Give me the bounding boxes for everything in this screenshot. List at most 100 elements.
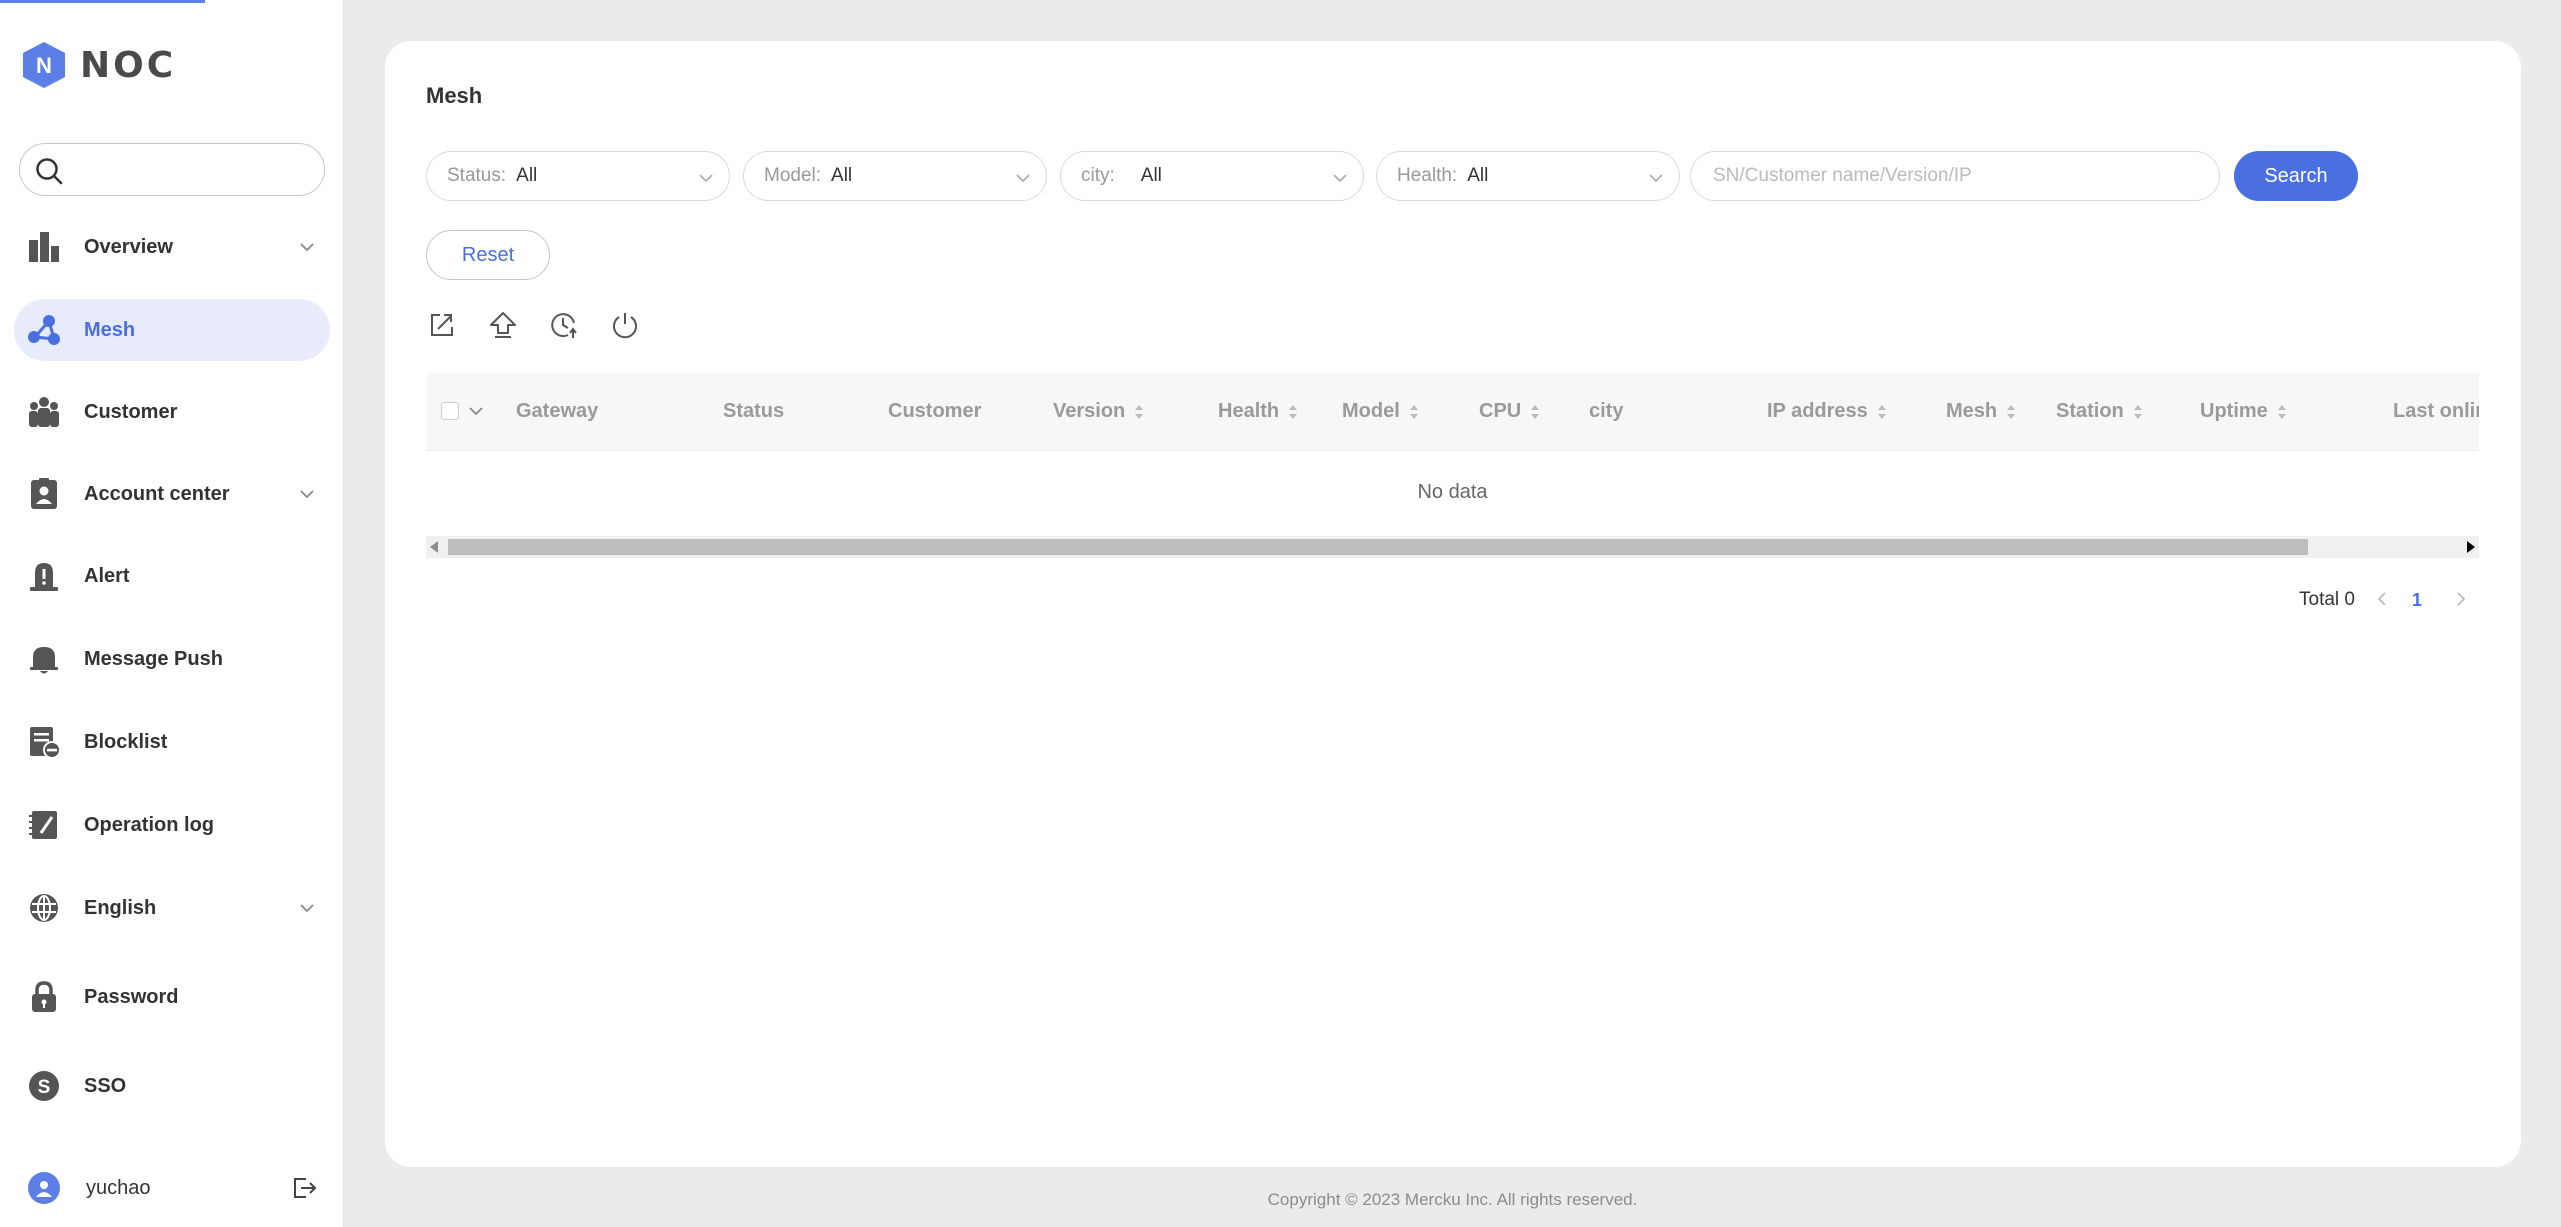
sidebar-item-language[interactable]: English — [14, 877, 330, 939]
logout-icon[interactable] — [290, 1174, 318, 1202]
brand[interactable]: N NOC — [20, 40, 176, 90]
sidebar-item-mesh[interactable]: Mesh — [14, 299, 330, 361]
sidebar-item-label: Password — [84, 985, 179, 1008]
alarm-light-icon — [26, 558, 62, 594]
mesh-nodes-icon — [26, 312, 62, 348]
city-filter-value: All — [1140, 165, 1162, 186]
people-icon — [26, 394, 62, 430]
sso-badge-icon: S — [26, 1068, 62, 1104]
sidebar-item-account-center[interactable]: Account center — [14, 463, 330, 525]
main-card: Mesh Status: All Model: All city: All He… — [385, 41, 2521, 1167]
horizontal-scrollbar[interactable] — [426, 536, 2479, 558]
chevron-down-icon — [300, 904, 314, 913]
schedule-icon[interactable] — [548, 309, 580, 341]
chevron-down-icon — [1016, 174, 1030, 183]
loading-progress-bar — [0, 0, 205, 3]
model-filter-value: All — [831, 165, 853, 186]
chevron-left-icon[interactable] — [2374, 591, 2390, 607]
globe-icon — [26, 890, 62, 926]
sort-icon[interactable] — [2005, 402, 2017, 422]
column-header-version[interactable]: Version — [1053, 400, 1145, 423]
pagination-current-page[interactable]: 1 — [2412, 590, 2422, 611]
chevron-down-icon — [1649, 174, 1663, 183]
sort-icon[interactable] — [1408, 402, 1420, 422]
scroll-left-icon[interactable] — [430, 541, 438, 553]
pagination-total: Total 0 — [2299, 589, 2355, 610]
svg-text:N: N — [36, 53, 52, 78]
column-header-last-online: Last onlin — [2393, 400, 2479, 422]
chevron-down-icon — [300, 490, 314, 499]
sort-icon[interactable] — [1529, 402, 1541, 422]
column-header-uptime[interactable]: Uptime — [2200, 400, 2288, 423]
column-header-model[interactable]: Model — [1342, 400, 1420, 423]
upgrade-icon[interactable] — [487, 309, 519, 341]
sidebar-item-customer[interactable]: Customer — [14, 381, 330, 443]
reset-button[interactable]: Reset — [426, 230, 550, 280]
lock-icon — [26, 979, 62, 1015]
status-filter-select[interactable]: Status: All — [426, 151, 730, 201]
scrollbar-thumb[interactable] — [448, 539, 2308, 555]
keyword-search-input[interactable] — [1690, 151, 2220, 201]
power-icon[interactable] — [609, 309, 641, 341]
copyright-footer: Copyright © 2023 Mercku Inc. All rights … — [1267, 1190, 1638, 1209]
sidebar-item-blocklist[interactable]: Blocklist — [14, 711, 330, 773]
sort-icon[interactable] — [2132, 402, 2144, 422]
select-all-checkbox[interactable] — [441, 402, 459, 420]
log-book-icon — [26, 807, 62, 843]
column-header-health[interactable]: Health — [1218, 400, 1299, 423]
sidebar-search[interactable] — [19, 143, 325, 196]
page-title: Mesh — [426, 83, 483, 108]
model-filter-select[interactable]: Model: All — [743, 151, 1047, 201]
sidebar-item-label: Operation log — [84, 813, 214, 836]
sidebar-item-label: Blocklist — [84, 730, 168, 753]
user-profile[interactable]: yuchao — [14, 1158, 330, 1218]
sort-icon[interactable] — [1133, 402, 1145, 422]
sort-icon[interactable] — [2276, 402, 2288, 422]
sidebar-item-operation-log[interactable]: Operation log — [14, 794, 330, 856]
column-header-ip-address[interactable]: IP address — [1767, 400, 1888, 423]
sidebar-item-label: Overview — [84, 235, 173, 258]
column-header-mesh[interactable]: Mesh — [1946, 400, 2017, 423]
chevron-down-icon[interactable] — [468, 403, 484, 419]
search-button[interactable]: Search — [2234, 151, 2358, 201]
noc-logo-icon: N — [23, 42, 65, 88]
user-avatar-icon — [28, 1172, 60, 1204]
sidebar-item-sso[interactable]: S SSO — [14, 1055, 330, 1117]
column-header-customer: Customer — [888, 400, 982, 422]
blocklist-icon — [26, 724, 62, 760]
city-filter-label: city: — [1081, 165, 1115, 186]
sidebar: N NOC Overview Mesh Customer Account cen… — [0, 0, 344, 1227]
sidebar-item-password[interactable]: Password — [14, 966, 330, 1028]
column-header-station[interactable]: Station — [2056, 400, 2144, 423]
column-header-cpu[interactable]: CPU — [1479, 400, 1541, 423]
chevron-down-icon — [699, 174, 713, 183]
scroll-right-icon[interactable] — [2467, 541, 2475, 553]
sidebar-item-label: English — [84, 896, 157, 919]
chevron-down-icon — [1333, 174, 1347, 183]
city-filter-select[interactable]: city: All — [1060, 151, 1364, 201]
chart-bars-icon — [26, 229, 62, 265]
status-filter-value: All — [516, 165, 538, 186]
sidebar-item-label: Mesh — [84, 318, 136, 341]
export-icon[interactable] — [426, 309, 458, 341]
sidebar-item-label: Alert — [84, 564, 130, 587]
chevron-down-icon — [300, 243, 314, 252]
model-filter-label: Model: — [764, 165, 822, 186]
sidebar-item-label: Account center — [84, 482, 230, 505]
empty-table-message: No data — [1417, 481, 1488, 503]
sidebar-search-input[interactable] — [74, 154, 314, 184]
sidebar-item-label: Message Push — [84, 647, 223, 670]
chevron-right-icon[interactable] — [2453, 591, 2469, 607]
sidebar-item-alert[interactable]: Alert — [14, 545, 330, 607]
sort-icon[interactable] — [1287, 402, 1299, 422]
search-icon — [36, 158, 63, 185]
sort-icon[interactable] — [1876, 402, 1888, 422]
health-filter-value: All — [1467, 165, 1489, 186]
column-header-gateway: Gateway — [516, 400, 599, 422]
svg-text:S: S — [38, 1077, 51, 1098]
health-filter-select[interactable]: Health: All — [1376, 151, 1680, 201]
bell-icon — [26, 641, 62, 677]
id-card-icon — [26, 476, 62, 512]
sidebar-item-message-push[interactable]: Message Push — [14, 628, 330, 690]
sidebar-item-overview[interactable]: Overview — [14, 216, 330, 278]
